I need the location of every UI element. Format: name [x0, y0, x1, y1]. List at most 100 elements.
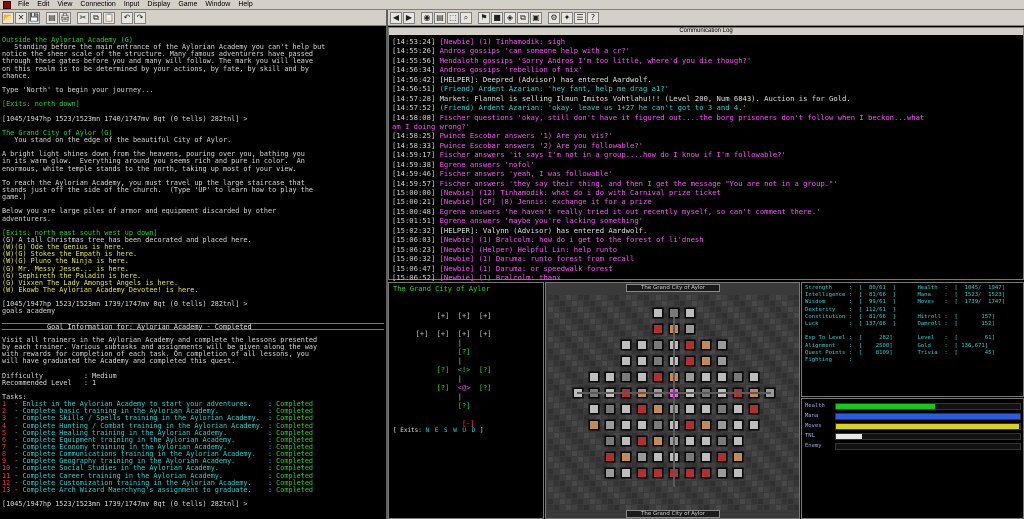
city-map-texture-tile	[680, 343, 685, 348]
output-line: enormous, white temple stands to the nor…	[2, 164, 297, 173]
city-map-texture-tile	[770, 361, 775, 366]
exits-close: ]	[479, 427, 484, 434]
city-map-texture-tile	[662, 487, 667, 492]
city-map-texture-tile	[716, 487, 721, 492]
main-output-window[interactable]: Outside the Aylorian Academy (G) Standin…	[0, 27, 386, 519]
city-map-texture-tile	[692, 463, 697, 468]
city-map-texture-tile	[776, 379, 781, 384]
toolbar-button-left-0[interactable]: 📂	[2, 11, 14, 24]
city-map-texture-tile	[758, 367, 763, 372]
city-map-texture-tile	[632, 373, 637, 378]
city-map-texture-tile	[644, 331, 649, 336]
menu-connection[interactable]: Connection	[80, 0, 115, 10]
city-map-texture-tile	[752, 463, 757, 468]
toolbar-button-left-9[interactable]: ↷	[134, 11, 146, 24]
toolbar-button-left-2[interactable]: 💾	[28, 11, 40, 24]
toolbar-button-right-10[interactable]: ▣	[530, 11, 542, 24]
toolbar-button-left-6[interactable]: ⧉	[90, 11, 102, 24]
comm-message: [Newbie] (1) Daruma: runto forest from r…	[435, 254, 635, 264]
city-map-texture-tile	[554, 475, 559, 480]
toolbar-button-right-13[interactable]: ☰	[574, 11, 586, 24]
city-map-room	[654, 373, 662, 381]
room-map-row: [?] <!> [?]	[403, 366, 492, 374]
comm-line: [14:55:26] Andros gossips 'can someone h…	[392, 46, 1020, 55]
city-map-texture-tile	[716, 415, 721, 420]
city-map-texture-tile	[668, 295, 673, 300]
menu-display[interactable]: Display	[147, 0, 170, 10]
toolbar-button-left-7[interactable]: 📋	[103, 11, 115, 24]
toolbar-button-left-4[interactable]: 🖨	[59, 11, 71, 24]
city-map-texture-tile	[746, 361, 751, 366]
city-map-room	[686, 405, 694, 413]
toolbar-button-right-8[interactable]: ◈	[504, 11, 516, 24]
city-map-texture-tile	[590, 469, 595, 474]
toolbar-button-right-3[interactable]: ▤	[434, 11, 446, 24]
toolbar-button-right-9[interactable]: ⧉	[517, 11, 529, 24]
city-map-texture-tile	[566, 337, 571, 342]
city-map-texture-tile	[638, 331, 643, 336]
menu-window[interactable]: Window	[205, 0, 230, 10]
toolbar-button-right-1[interactable]: ▶	[403, 11, 415, 24]
city-map-texture-tile	[548, 391, 553, 396]
menu-file[interactable]: File	[18, 0, 29, 10]
city-map-texture-tile	[764, 403, 769, 408]
menu-view[interactable]: View	[57, 0, 72, 10]
city-map-texture-tile	[548, 379, 553, 384]
toolbar-button-right-11[interactable]: ⚙	[548, 11, 560, 24]
city-map-texture-tile	[548, 355, 553, 360]
toolbar-button-left-8[interactable]: ↶	[121, 11, 133, 24]
city-map-texture-tile	[758, 301, 763, 306]
city-map-texture-tile	[566, 427, 571, 432]
toolbar-button-left-3[interactable]: ▤	[46, 11, 58, 24]
city-map-texture-tile	[614, 493, 619, 498]
comm-timestamp: [15:06:23]	[392, 244, 436, 254]
toolbar-button-right-12[interactable]: ✦	[561, 11, 573, 24]
city-map-texture-tile	[728, 493, 733, 498]
city-map-texture-tile	[614, 505, 619, 510]
task-segment: Completed	[272, 485, 314, 494]
comm-log-text[interactable]: [14:53:24] [Newbie] (1) Tinhamodik: sigh…	[389, 35, 1023, 281]
comm-line: [15:06:23] [Newbie] (Helper) Helpful Lin…	[392, 245, 1020, 254]
city-map-texture-tile	[608, 355, 613, 360]
menu-help[interactable]: Help	[238, 0, 252, 10]
city-map-texture-tile	[662, 367, 667, 372]
city-map-texture-tile	[782, 373, 787, 378]
city-map-room	[702, 453, 710, 461]
toolbar-button-right-7[interactable]: ■	[491, 11, 503, 24]
app-icon[interactable]	[3, 1, 11, 9]
toolbar-button-right-4[interactable]: ⬚	[447, 11, 459, 24]
city-map-texture-tile	[728, 421, 733, 426]
menu-game[interactable]: Game	[178, 0, 197, 10]
city-map-window[interactable]: The Grand City of Aylor The Grand City o…	[545, 282, 800, 519]
city-map-room	[654, 469, 662, 477]
city-map-texture-tile	[680, 433, 685, 438]
city-map-texture-tile	[794, 457, 799, 462]
toolbar-button-right-5[interactable]: ⌕	[460, 11, 472, 24]
city-map-texture-tile	[776, 451, 781, 456]
city-map-texture-tile	[752, 295, 757, 300]
menu-edit[interactable]: Edit	[37, 0, 49, 10]
city-map-texture-tile	[548, 475, 553, 480]
city-map-texture-tile	[578, 427, 583, 432]
city-map-texture-tile	[632, 343, 637, 348]
city-map-texture-tile	[680, 361, 685, 366]
city-map-texture-tile	[716, 331, 721, 336]
comm-line: [15:01:51] Egrene answers 'maybe you're …	[392, 216, 1020, 225]
city-map-room	[702, 405, 710, 413]
menu-input[interactable]: Input	[124, 0, 140, 10]
city-map-texture-tile	[662, 463, 667, 468]
toolbar-button-right-6[interactable]: ⚑	[478, 11, 490, 24]
output-line: adventurers.	[2, 214, 52, 223]
toolbar-button-right-0[interactable]: ◀	[390, 11, 402, 24]
toolbar-button-right-14[interactable]: ?	[587, 11, 599, 24]
city-map-texture-tile	[698, 481, 703, 486]
city-map-texture-tile	[608, 343, 613, 348]
city-map-texture-tile	[614, 301, 619, 306]
city-map-texture-tile	[572, 505, 577, 510]
toolbar-button-right-2[interactable]: ◉	[421, 11, 433, 24]
city-map-texture-tile	[626, 487, 631, 492]
toolbar-button-left-1[interactable]: ✕	[15, 11, 27, 24]
city-map-texture-tile	[740, 481, 745, 486]
city-map-texture-tile	[710, 313, 715, 318]
toolbar-button-left-5[interactable]: ✂	[77, 11, 89, 24]
